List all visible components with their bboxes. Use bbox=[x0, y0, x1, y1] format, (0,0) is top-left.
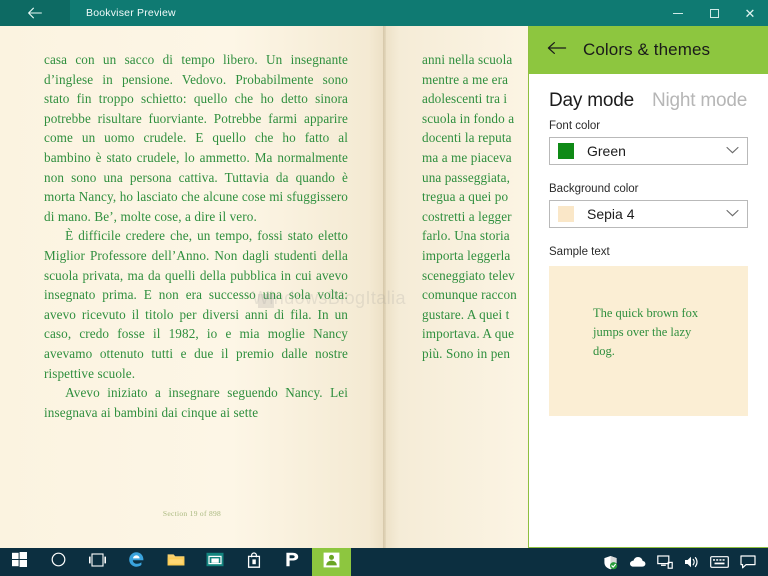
sample-section: Sample text The quick brown fox jumps ov… bbox=[549, 246, 748, 416]
paragraph: Avevo iniziato a insegnare seguendo Nanc… bbox=[44, 385, 348, 420]
sample-preview-text: The quick brown fox jumps over the lazy … bbox=[593, 306, 699, 358]
task-view-button[interactable] bbox=[78, 548, 117, 576]
panel-title: Colors & themes bbox=[583, 40, 711, 59]
background-color-swatch bbox=[558, 206, 574, 222]
keyboard-tray-icon[interactable] bbox=[710, 556, 729, 568]
close-button[interactable]: ✕ bbox=[732, 0, 768, 26]
security-tray-icon[interactable] bbox=[603, 555, 618, 570]
file-explorer-button[interactable] bbox=[156, 548, 195, 576]
folder-icon bbox=[167, 552, 185, 572]
font-color-value: Green bbox=[587, 143, 626, 159]
book-page-left: casa con un sacco di tempo libero. Un in… bbox=[0, 26, 384, 548]
page-left-text: casa con un sacco di tempo libero. Un in… bbox=[44, 50, 348, 422]
window-title: Bookviser Preview bbox=[86, 7, 176, 19]
start-button[interactable] bbox=[0, 548, 39, 576]
panel-back-button[interactable] bbox=[547, 41, 567, 60]
tab-day-mode[interactable]: Day mode bbox=[549, 90, 634, 112]
sample-text-label: Sample text bbox=[549, 246, 610, 258]
cortana-button[interactable] bbox=[39, 548, 78, 576]
maximize-button[interactable] bbox=[696, 0, 732, 26]
colors-and-themes-panel: Colors & themes Day mode Night mode Font… bbox=[528, 26, 768, 548]
tab-night-mode[interactable]: Night mode bbox=[652, 90, 747, 112]
app-root: Bookviser Preview ✕ casa con un sacco di… bbox=[0, 0, 768, 576]
network-tray-icon[interactable] bbox=[657, 555, 673, 569]
action-center-icon[interactable] bbox=[740, 555, 756, 569]
task-view-icon bbox=[88, 552, 107, 572]
circle-icon bbox=[51, 552, 66, 572]
font-color-swatch bbox=[558, 143, 574, 159]
font-color-select[interactable]: Green bbox=[549, 137, 748, 165]
maximize-icon bbox=[709, 8, 719, 18]
paragraph: È difficile credere che, un tempo, fossi… bbox=[44, 228, 348, 381]
bookviser-button[interactable] bbox=[312, 548, 351, 576]
volume-tray-icon[interactable] bbox=[684, 555, 699, 569]
windows-taskbar bbox=[0, 548, 768, 576]
sample-preview: The quick brown fox jumps over the lazy … bbox=[549, 266, 748, 416]
groove-music-icon bbox=[285, 552, 301, 572]
store-bag-icon bbox=[247, 551, 261, 573]
windows-logo-icon bbox=[12, 552, 27, 572]
edge-button[interactable] bbox=[117, 548, 156, 576]
panel-body: Day mode Night mode Font color Green Bac… bbox=[529, 74, 768, 416]
font-color-label: Font color bbox=[549, 120, 601, 132]
panel-header: Colors & themes bbox=[529, 26, 768, 74]
app-back-button[interactable] bbox=[0, 0, 70, 26]
system-tray bbox=[603, 555, 768, 570]
groove-button[interactable] bbox=[273, 548, 312, 576]
minimize-icon bbox=[673, 12, 683, 14]
edge-icon bbox=[128, 551, 145, 573]
photos-button[interactable] bbox=[195, 548, 234, 576]
background-color-label: Background color bbox=[549, 183, 639, 195]
window-titlebar: Bookviser Preview ✕ bbox=[0, 0, 768, 26]
background-color-value: Sepia 4 bbox=[587, 206, 635, 222]
minimize-button[interactable] bbox=[660, 0, 696, 26]
back-arrow-icon bbox=[547, 41, 567, 60]
onedrive-tray-icon[interactable] bbox=[629, 556, 646, 568]
mode-tabs: Day mode Night mode bbox=[549, 90, 748, 112]
section-indicator: Section 19 of 898 bbox=[162, 509, 222, 518]
close-icon: ✕ bbox=[744, 5, 756, 21]
background-color-select[interactable]: Sepia 4 bbox=[549, 200, 748, 228]
chevron-down-icon bbox=[726, 141, 739, 159]
store-button[interactable] bbox=[234, 548, 273, 576]
back-arrow-icon bbox=[27, 7, 43, 19]
photos-icon bbox=[206, 552, 224, 572]
paragraph: casa con un sacco di tempo libero. Un in… bbox=[44, 52, 348, 224]
bookviser-icon bbox=[323, 552, 340, 573]
chevron-down-icon bbox=[726, 204, 739, 222]
